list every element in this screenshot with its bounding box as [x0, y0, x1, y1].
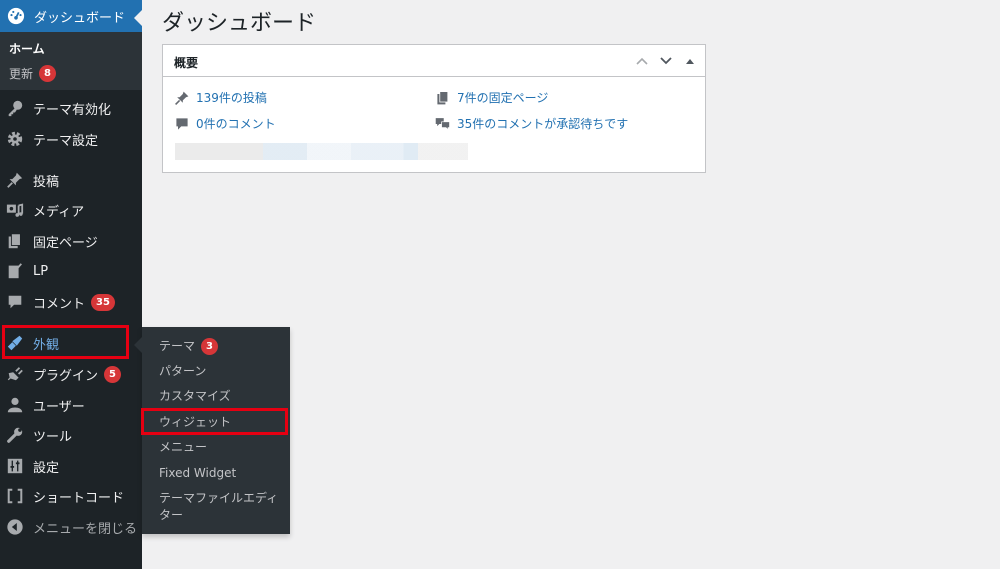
sidebar-item-shortcode[interactable]: ショートコード	[0, 481, 142, 511]
page-title: ダッシュボード	[162, 11, 317, 36]
sidebar-item-theme-activation[interactable]: テーマ有効化	[0, 93, 142, 123]
brackets-icon	[5, 486, 25, 506]
dashboard-icon	[6, 6, 26, 26]
pending-comments-label: 35件のコメントが承認待ちです	[457, 117, 629, 131]
toggle-panel-button[interactable]	[681, 52, 699, 70]
comment-icon	[5, 292, 25, 312]
sidebar-item-settings[interactable]: 設定	[0, 451, 142, 481]
sidebar-item-appearance[interactable]: 外観	[0, 328, 142, 358]
sidebar-item-label: ダッシュボード	[34, 10, 126, 26]
media-icon	[5, 200, 25, 220]
submenu-home[interactable]: ホーム	[9, 40, 45, 57]
comment-icon	[174, 116, 190, 132]
settings-icon	[5, 456, 25, 476]
widget-title: 概要	[174, 56, 199, 70]
flyout-item-fixed-widget[interactable]: Fixed Widget	[159, 465, 236, 482]
sidebar-item-pages[interactable]: 固定ページ	[0, 226, 142, 256]
flyout-item-themes[interactable]: テーマ 3	[159, 338, 219, 355]
brush-icon	[5, 333, 25, 353]
pages-count-link[interactable]: 7件の固定ページ	[435, 89, 548, 106]
sidebar-item-label: メニューを閉じる	[33, 521, 138, 537]
sidebar-item-label: テーマ設定	[33, 133, 99, 149]
sidebar-item-label: ツール	[33, 429, 73, 445]
widget-controls	[633, 52, 699, 70]
sidebar-item-label: ユーザー	[33, 399, 85, 415]
pages-icon	[435, 90, 451, 106]
flyout-item-theme-file-editor[interactable]: テーマファイルエディター	[159, 490, 284, 524]
sidebar-item-label: 設定	[33, 460, 60, 476]
sidebar-item-lp[interactable]: LP	[0, 256, 142, 286]
admin-sidebar: ダッシュボード ホーム 更新 8 テーマ有効化 テーマ設定 投稿 メディア 固定…	[0, 0, 142, 569]
submenu-updates[interactable]: 更新 8	[9, 65, 57, 82]
widget-header: 概要	[163, 45, 705, 77]
sidebar-item-label: ショートコード	[33, 490, 125, 506]
flyout-item-label: テーマ	[159, 339, 196, 353]
flyout-item-widgets[interactable]: ウィジェット	[159, 414, 231, 431]
comments-pending-icon	[435, 116, 451, 132]
flyout-item-customize[interactable]: カスタマイズ	[159, 388, 231, 405]
collapse-icon	[5, 517, 25, 537]
sidebar-item-label: 固定ページ	[33, 235, 98, 251]
pages-count-label: 7件の固定ページ	[457, 91, 549, 105]
sidebar-item-comments[interactable]: コメント 35	[0, 287, 142, 317]
key-icon	[5, 98, 25, 118]
sidebar-item-theme-settings[interactable]: テーマ設定	[0, 124, 142, 154]
at-a-glance-widget: 概要 139件の投稿 7件の固定ページ 0件のコメント 35件のコメントが承認待…	[162, 44, 706, 173]
sidebar-item-media[interactable]: メディア	[0, 195, 142, 225]
sidebar-item-label: コメント	[33, 296, 86, 312]
pin-icon	[174, 90, 190, 106]
dashboard-submenu: ホーム 更新 8	[0, 32, 142, 90]
gear-icon	[5, 129, 25, 149]
user-icon	[5, 395, 25, 415]
update-count-badge: 8	[39, 65, 57, 82]
pin-icon	[5, 170, 25, 190]
blurred-text	[175, 143, 468, 160]
edit-page-icon	[5, 261, 25, 281]
plugin-count-badge: 5	[104, 365, 122, 383]
flyout-item-patterns[interactable]: パターン	[159, 363, 206, 380]
sidebar-item-label: メディア	[33, 204, 85, 220]
sidebar-item-users[interactable]: ユーザー	[0, 390, 142, 420]
plugin-icon	[5, 364, 25, 384]
sidebar-item-label: プラグイン	[33, 368, 99, 384]
sidebar-item-label: LP	[33, 263, 49, 279]
appearance-flyout-submenu: テーマ 3 パターン カスタマイズ ウィジェット メニュー Fixed Widg…	[134, 327, 290, 534]
sidebar-item-posts[interactable]: 投稿	[0, 165, 142, 195]
flyout-item-menus[interactable]: メニュー	[159, 439, 207, 456]
sidebar-item-label: 投稿	[33, 174, 60, 190]
sidebar-item-dashboard[interactable]: ダッシュボード	[0, 0, 142, 32]
sidebar-item-label: 外観	[33, 337, 60, 353]
comments-count-link[interactable]: 0件のコメント	[174, 115, 276, 132]
sidebar-item-label: テーマ有効化	[33, 102, 112, 118]
comment-count-badge: 35	[91, 293, 115, 311]
posts-count-link[interactable]: 139件の投稿	[174, 89, 267, 106]
wrench-icon	[5, 425, 25, 445]
pages-icon	[5, 231, 25, 251]
posts-count-label: 139件の投稿	[196, 91, 267, 105]
theme-count-badge: 3	[201, 338, 219, 355]
sidebar-item-tools[interactable]: ツール	[0, 420, 142, 450]
move-up-button[interactable]	[633, 52, 651, 70]
collapse-menu-button[interactable]: メニューを閉じる	[0, 512, 142, 542]
move-down-button[interactable]	[657, 52, 675, 70]
sidebar-item-plugins[interactable]: プラグイン 5	[0, 359, 142, 389]
submenu-updates-label: 更新	[9, 67, 34, 81]
pending-comments-link[interactable]: 35件のコメントが承認待ちです	[435, 115, 628, 132]
comments-count-label: 0件のコメント	[196, 117, 276, 131]
